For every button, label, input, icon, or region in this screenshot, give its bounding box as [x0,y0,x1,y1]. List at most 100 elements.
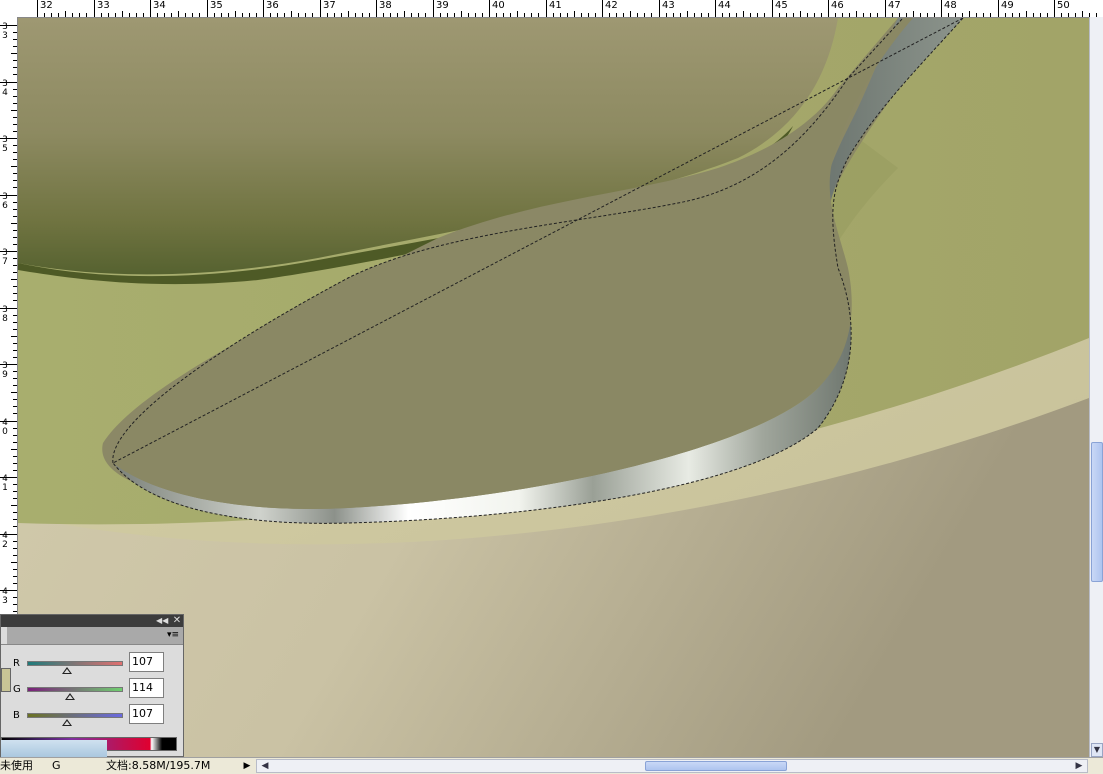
ruler-label: 37 [323,0,336,11]
ruler-major-tick [1054,0,1055,17]
ruler-minor-tick [863,13,864,17]
ruler-minor-tick [13,145,17,146]
channel-slider-g[interactable] [27,687,123,692]
ruler-minor-tick [13,541,17,542]
ruler-minor-tick [277,13,278,17]
ruler-label: 4 [2,88,8,98]
ruler-minor-tick [11,449,17,450]
scroll-down-arrow-icon[interactable]: ▼ [1091,743,1103,757]
ruler-minor-tick [1033,13,1034,17]
channel-label-g: G [13,684,21,695]
ruler-minor-tick [13,350,17,351]
channel-slider-b[interactable] [27,713,123,718]
channel-input-r[interactable]: 107 [129,652,164,672]
ruler-minor-tick [461,11,462,17]
ruler-minor-tick [1040,13,1041,17]
ruler-minor-tick [411,13,412,17]
ruler-label: 42 [605,0,618,11]
ruler-minor-tick [122,11,123,17]
ruler-minor-tick [595,13,596,17]
ruler-minor-tick [383,13,384,17]
double-left-arrow-icon[interactable]: ◀◀ [156,615,168,627]
ruler-major-tick [94,0,95,17]
ruler-label: 3 [2,31,8,41]
vertical-scroll-thumb[interactable] [1091,442,1103,582]
ruler-label: 8 [2,314,8,324]
panel-menu-icon[interactable]: ▾≡ [165,629,181,641]
ruler-minor-tick [644,13,645,17]
panel-tab[interactable] [1,627,7,644]
foreground-color-swatch[interactable] [1,668,11,692]
ruler-minor-tick [101,13,102,17]
ruler-minor-tick [143,13,144,17]
ruler-label: 46 [831,0,844,11]
scroll-right-arrow-icon[interactable]: ▶ [1073,760,1085,772]
horizontal-scrollbar[interactable]: ◀ ▶ [256,759,1088,773]
ruler-minor-tick [13,209,17,210]
ruler-minor-tick [13,456,17,457]
horizontal-scroll-thumb[interactable] [645,761,787,771]
ruler-minor-tick [185,13,186,17]
ruler-label: 5 [2,144,8,154]
vertical-scrollbar[interactable]: ▼ [1089,17,1103,757]
ruler-minor-tick [13,470,17,471]
ruler-minor-tick [496,13,497,17]
ruler-minor-tick [199,13,200,17]
status-menu-arrow-icon[interactable]: ▶ [242,760,252,772]
ruler-minor-tick [807,13,808,17]
ruler-minor-tick [1026,11,1027,17]
channel-input-b[interactable]: 107 [129,704,164,724]
ruler-major-tick [489,0,490,17]
ruler-minor-tick [13,519,17,520]
ruler-minor-tick [11,279,17,280]
ruler-minor-tick [1061,13,1062,17]
ruler-minor-tick [849,13,850,17]
zoom-level-field[interactable]: 未使用 [0,759,44,772]
ruler-minor-tick [79,13,80,17]
ruler-minor-tick [13,46,17,47]
channel-slider-r[interactable] [27,661,123,666]
ruler-minor-tick [65,11,66,17]
panel-titlebar[interactable]: ◀◀ ✕ [1,615,183,627]
scroll-left-arrow-icon[interactable]: ◀ [259,760,271,772]
ruler-minor-tick [13,265,17,266]
ruler-minor-tick [969,11,970,17]
ruler-minor-tick [13,329,17,330]
ruler-minor-tick [397,13,398,17]
ruler-minor-tick [694,13,695,17]
panel-tabbar: ▾≡ [1,627,183,645]
ruler-minor-tick [779,13,780,17]
ruler-minor-tick [13,187,17,188]
ruler-minor-tick [11,505,17,506]
ruler-minor-tick [171,13,172,17]
ruler-minor-tick [13,576,17,577]
slider-thumb-g[interactable] [65,693,75,700]
ruler-minor-tick [736,13,737,17]
ruler-minor-tick [13,583,17,584]
ruler-minor-tick [786,13,787,17]
ruler-minor-tick [666,13,667,17]
ruler-minor-tick [976,13,977,17]
ruler-label-group: 34 [1,80,9,98]
ruler-minor-tick [440,13,441,17]
ruler-minor-tick [13,315,17,316]
slider-thumb-b[interactable] [62,719,72,726]
ruler-minor-tick [13,89,17,90]
close-icon[interactable]: ✕ [171,615,183,627]
ruler-minor-tick [284,13,285,17]
ruler-label: 40 [492,0,505,11]
ruler-minor-tick [877,13,878,17]
ruler-minor-tick [341,13,342,17]
ruler-major-tick [715,0,716,17]
ruler-minor-tick [948,13,949,17]
ruler-minor-tick [750,13,751,17]
left-ruler[interactable]: 3334353637383940414243 [0,17,18,617]
ruler-minor-tick [468,13,469,17]
slider-thumb-r[interactable] [62,667,72,674]
ruler-minor-tick [701,13,702,17]
ruler-minor-tick [11,223,17,224]
ruler-label-group: 36 [1,193,9,211]
ruler-minor-tick [729,13,730,17]
channel-input-g[interactable]: 114 [129,678,164,698]
top-ruler[interactable]: 32 33 34 35 36 37 38 39 40 41 42 43 44 45 46 47 48 49 50 [0,0,1103,18]
